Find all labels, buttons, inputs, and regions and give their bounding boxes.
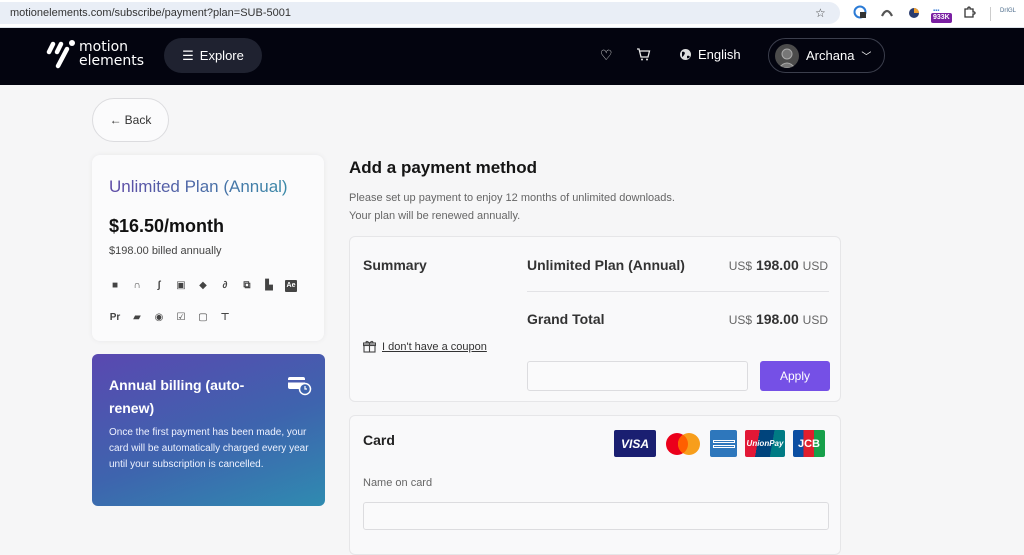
extension-badge: 933K [931,13,952,23]
language-selector[interactable]: English [679,47,741,62]
plan-price: $16.50/month [109,216,225,236]
currency-prefix: US$ [728,313,753,327]
motion-elements-logo[interactable]: motion elements [46,36,146,76]
unionpay-logo-icon: UnionPay [745,430,785,457]
back-label: Back [124,113,152,127]
extension-lock-icon[interactable] [853,5,867,21]
user-menu-button[interactable]: Archana ﹀ [768,38,885,73]
address-bar[interactable]: motionelements.com/subscribe/payment?pla… [0,2,840,24]
profile-extension-label[interactable]: DrIGL [1000,8,1016,14]
logo-line-2: elements [79,53,145,69]
video-icon: ■ [111,280,119,291]
after-effects-icon: Ae [285,280,297,292]
gift-icon [363,340,376,353]
plan-billed-text: $198.00 billed annually [109,245,222,257]
grand-total-label: Grand Total [527,311,605,327]
no-coupon-link[interactable]: I don't have a coupon [363,340,487,353]
asset-type-icons: ■ ∩ ʃ ▣ ◆ ∂ ⧉ ▙ Ae Pr ▰ ◉ ☑ ▢ ⊤ [109,280,309,324]
chevron-down-icon: ﹀ [861,52,872,63]
page-description: Please set up payment to enjoy 12 months… [349,189,675,225]
accepted-cards: VISA UnionPay JCB [614,430,825,457]
name-on-card-input[interactable] [363,502,829,530]
amount-value: 198.00 [755,311,799,327]
explore-label: Explore [199,48,244,63]
edit-icon: ☑ [176,312,186,323]
order-summary: Summary Unlimited Plan (Annual) US$ 198.… [349,236,841,402]
jcb-logo-icon: JCB [793,430,825,457]
headphones-icon: ∩ [133,280,141,291]
description-line-2: Your plan will be renewed annually. [349,210,521,222]
card-renew-clock-icon [288,377,312,396]
mastercard-logo-icon [664,430,702,457]
logo-text: motion elements [79,40,144,68]
logo-line-1: motion [79,39,129,55]
name-on-card-label: Name on card [363,477,433,489]
card-section-label: Card [363,432,395,448]
toolbar-divider [990,7,991,21]
templates-icon: ▙ [265,280,273,291]
back-button[interactable]: ← Back [92,98,169,142]
arrow-left-icon: ← [109,113,122,127]
currency-code: USD [802,259,828,273]
plan-title: Unlimited Plan (Annual) [109,177,288,196]
avatar [775,43,799,68]
card-payment-section: Card VISA UnionPay JCB Name on card [349,415,841,555]
summary-divider [527,291,829,292]
transitions-icon: ⧉ [243,280,251,291]
description-line-1: Please set up payment to enjoy 12 months… [349,192,675,204]
user-name: Archana [806,48,855,63]
language-label: English [698,47,741,62]
davinci-resolve-icon: ◉ [154,312,164,323]
annual-billing-title: Annual billing (auto-renew) [109,377,245,416]
extension-pie-icon[interactable] [907,5,921,21]
cart-icon[interactable] [636,47,651,64]
coupon-link-text[interactable]: I don't have a coupon [382,341,487,353]
clapperboard-icon: ▰ [133,312,141,323]
line-item-amount: US$ 198.00 USD [729,257,828,273]
3d-model-icon: ◆ [199,280,207,291]
grand-total-amount: US$ 198.00 USD [729,311,828,327]
extensions-puzzle-icon[interactable] [962,5,976,21]
explore-button[interactable]: ☰ Explore [164,38,262,73]
summary-label: Summary [363,257,427,273]
plan-card: Unlimited Plan (Annual) $16.50/month $19… [92,155,324,341]
premiere-pro-icon: Pr [109,312,121,323]
page-title: Add a payment method [349,158,537,177]
extension-arc-icon[interactable] [880,5,894,21]
bookmark-star-icon[interactable]: ☆ [815,5,826,21]
amex-logo-icon [710,430,737,457]
currency-code: USD [802,313,828,327]
apply-coupon-button[interactable]: Apply [760,361,830,391]
visa-logo-icon: VISA [614,430,656,457]
line-item-name: Unlimited Plan (Annual) [527,257,685,273]
image-icon: ▣ [176,280,186,291]
lottie-icon: ∂ [222,280,228,291]
site-header: motion elements ☰ Explore ♡ English Arch… [0,28,1024,85]
final-cut-icon: ▢ [198,312,208,323]
sound-wave-icon: ʃ [157,280,161,291]
currency-prefix: US$ [728,259,753,273]
globe-icon [680,49,691,60]
coupon-code-input[interactable] [527,361,748,391]
amount-value: 198.00 [755,257,799,273]
annual-billing-card: Annual billing (auto-renew) Once the fir… [92,354,325,506]
favorites-heart-icon[interactable]: ♡ [600,47,613,64]
presentation-icon: ⊤ [220,312,230,323]
annual-billing-text: Once the first payment has been made, yo… [109,427,309,470]
hamburger-menu-icon: ☰ [182,47,194,63]
browser-toolbar: motionelements.com/subscribe/payment?pla… [0,0,1024,28]
